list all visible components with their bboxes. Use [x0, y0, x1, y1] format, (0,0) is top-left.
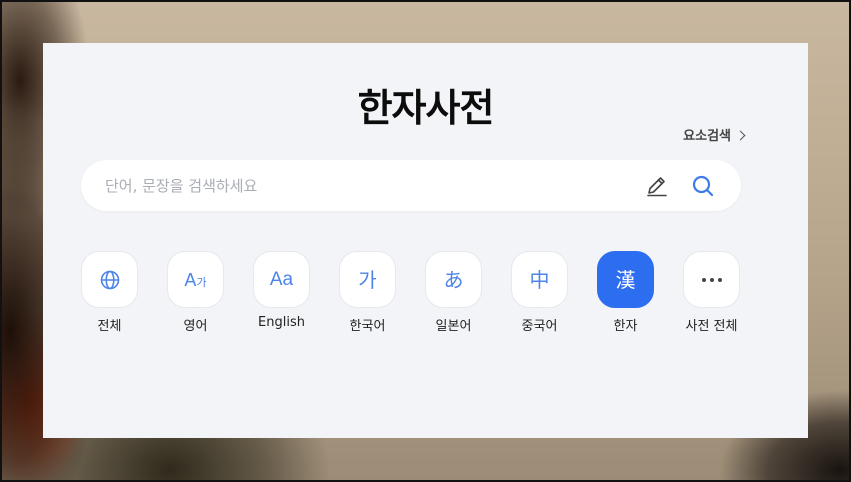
category-label: 한국어	[349, 319, 386, 334]
category-japanese-button[interactable]: あ	[425, 251, 482, 308]
category-label: 한자	[613, 319, 638, 334]
pen-icon[interactable]	[644, 173, 670, 199]
category-english-button[interactable]: Aa	[253, 251, 310, 308]
search-bar	[81, 160, 741, 211]
category-chinese-button[interactable]: 中	[511, 251, 568, 308]
category-japanese[interactable]: あ 일본어	[425, 251, 511, 334]
search-icon[interactable]	[690, 173, 716, 199]
advanced-search-label: 요소검색	[683, 129, 731, 144]
category-chinese[interactable]: 中 중국어	[511, 251, 597, 334]
category-english-korean-button[interactable]: A가	[167, 251, 224, 308]
glyph-sub: 가	[196, 276, 207, 289]
chevron-right-icon	[735, 130, 746, 140]
category-label: 전체	[97, 319, 122, 334]
category-hanja[interactable]: 漢 한자	[597, 251, 683, 334]
category-label: 영어	[183, 319, 208, 334]
category-english-korean[interactable]: A가 영어	[167, 251, 253, 334]
category-label: 중국어	[521, 319, 558, 334]
category-label: 일본어	[435, 319, 472, 334]
category-all-dictionaries-button[interactable]	[683, 251, 740, 308]
english-icon: Aa	[269, 269, 294, 290]
category-english[interactable]: Aa English	[253, 251, 339, 334]
category-korean-button[interactable]: 가	[339, 251, 396, 308]
category-list: 전체 A가 영어 Aa English 가 한국어 あ 일본어 中 중국어 漢 …	[81, 251, 769, 334]
category-all-dictionaries[interactable]: 사전 전체	[683, 251, 769, 334]
korean-icon: 가	[358, 267, 377, 292]
more-icon	[701, 277, 722, 282]
category-all[interactable]: 전체	[81, 251, 167, 334]
english-korean-icon: A가	[184, 271, 206, 289]
category-label: English	[258, 315, 305, 330]
category-label: 사전 전체	[685, 319, 738, 334]
advanced-search-link[interactable]: 요소검색	[683, 125, 746, 144]
glyph-main: A	[184, 269, 197, 290]
japanese-icon: あ	[443, 267, 464, 292]
category-korean[interactable]: 가 한국어	[339, 251, 425, 334]
search-input[interactable]	[105, 160, 625, 211]
hanja-icon: 漢	[615, 267, 636, 292]
dictionary-panel: 한자사전 요소검색 단어, 문장을 검색하세요 전체 A가 영어 Aa Engl…	[43, 43, 808, 438]
category-hanja-button[interactable]: 漢	[597, 251, 654, 308]
page-title: 한자사전	[357, 86, 495, 130]
chinese-icon: 中	[529, 267, 550, 292]
category-all-button[interactable]	[81, 251, 138, 308]
globe-icon	[100, 270, 119, 289]
